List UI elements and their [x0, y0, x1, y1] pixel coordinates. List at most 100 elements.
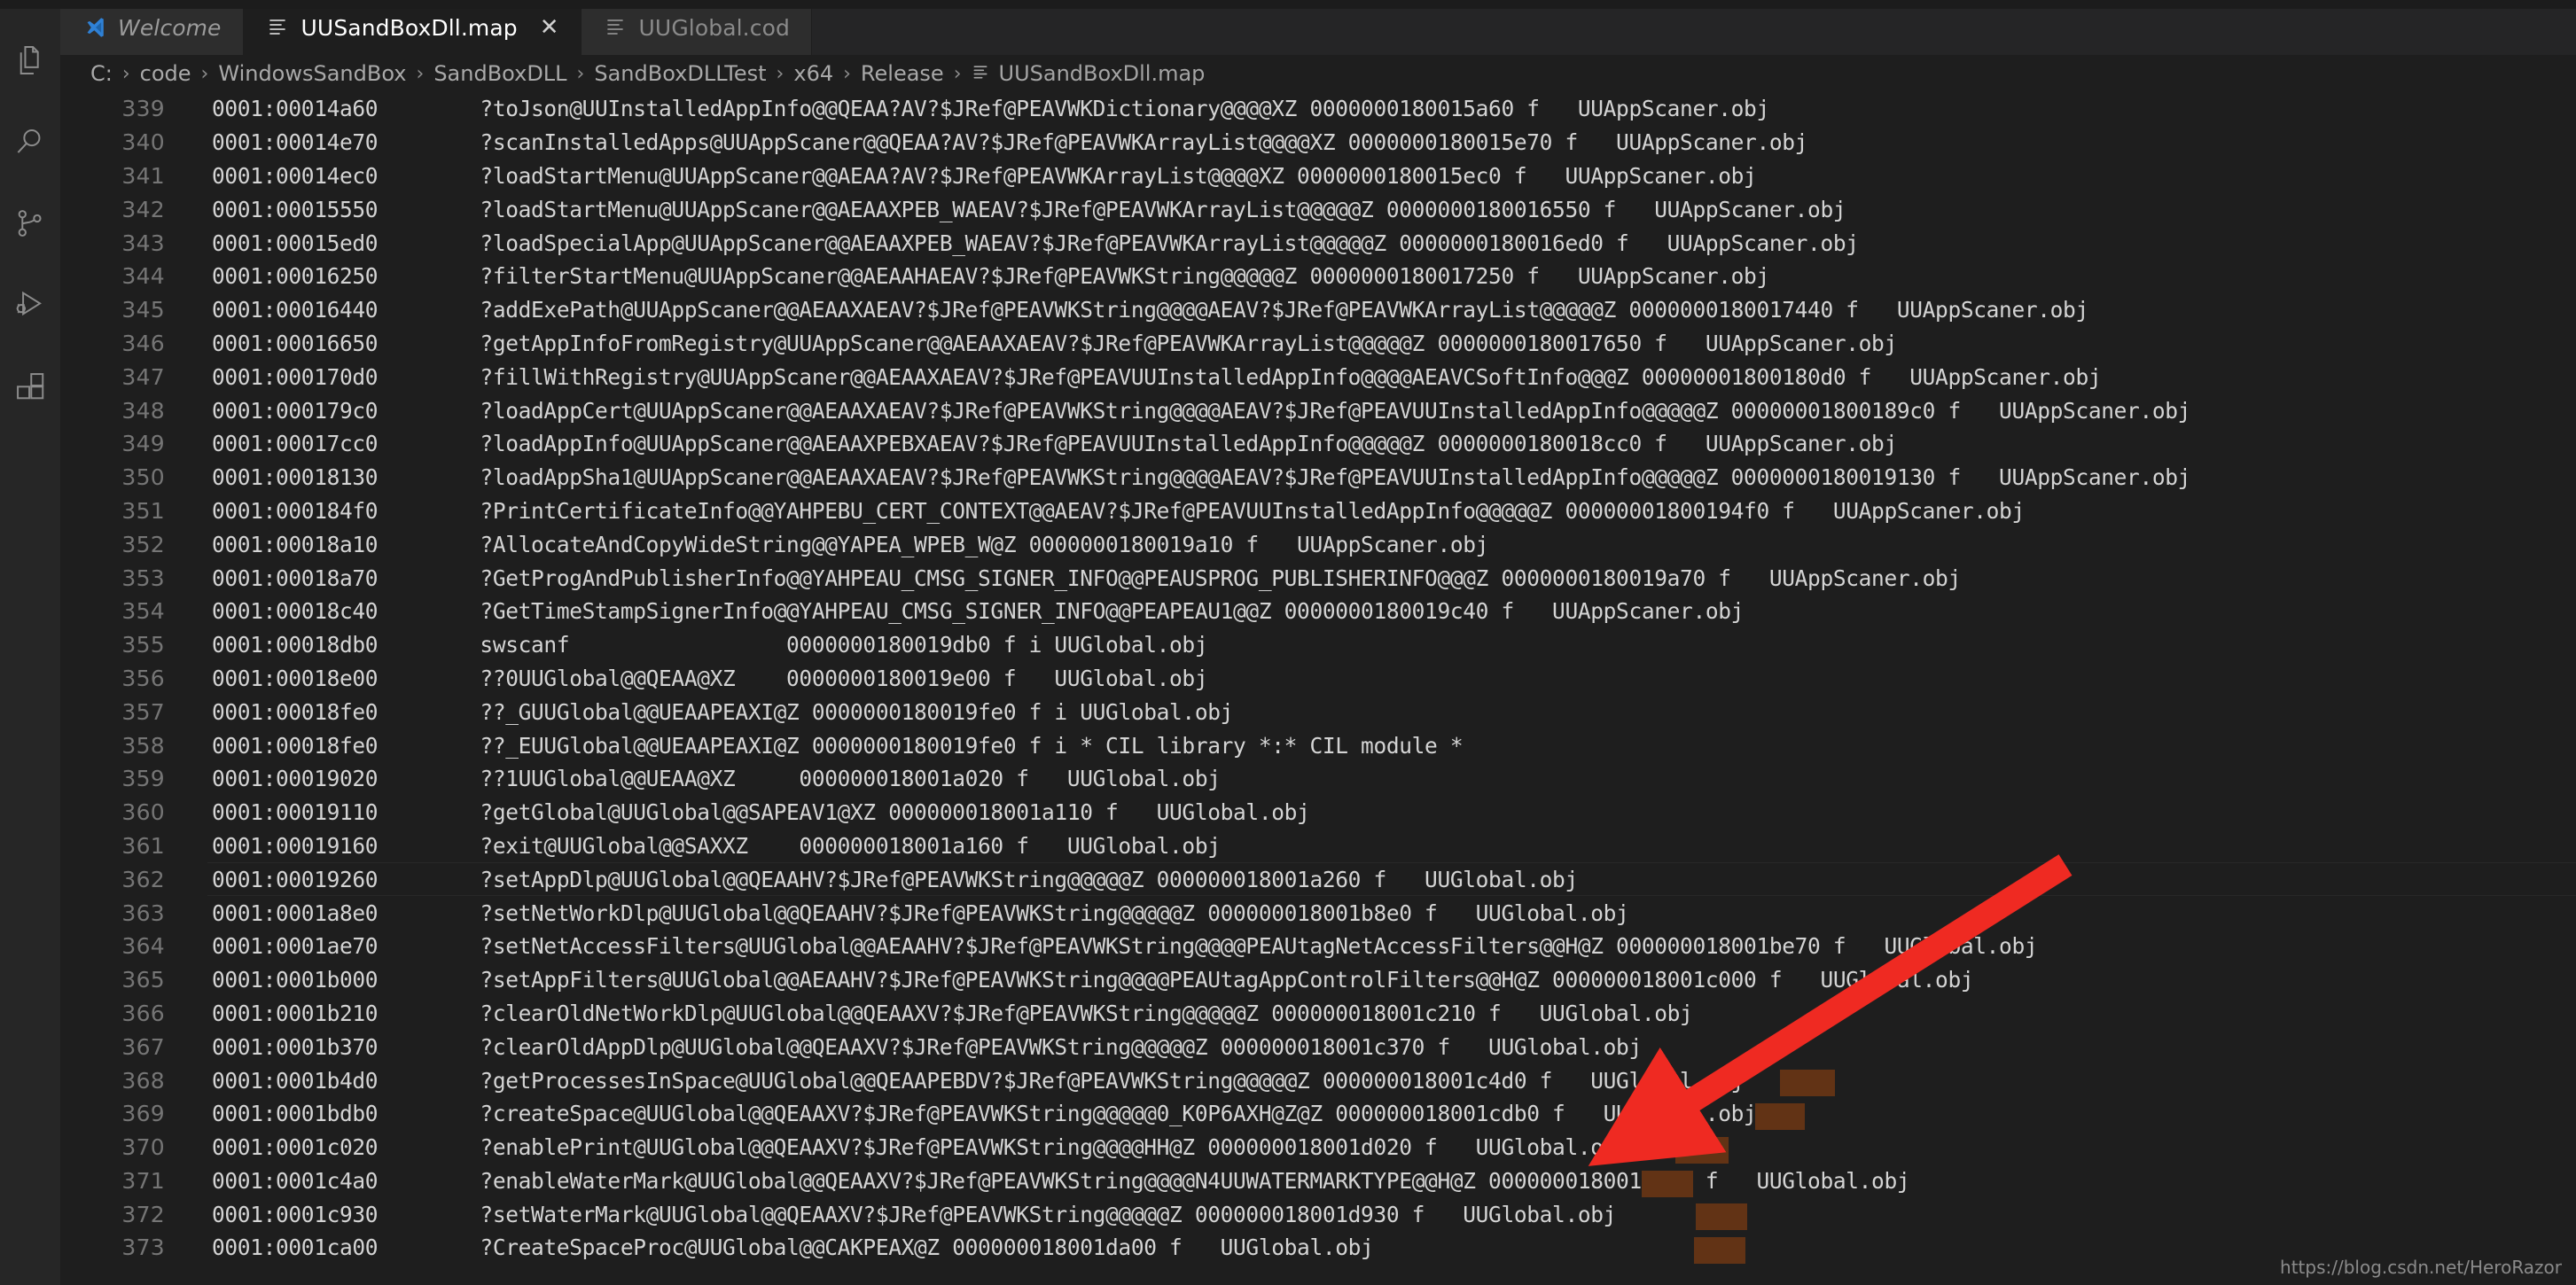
breadcrumb-separator: ›	[776, 62, 785, 85]
code-symbol: ?getProcessesInSpace@UUGlobal@@QEAAPEBDV…	[480, 1067, 1745, 1094]
code-line[interactable]: 353 0001:00018a70 ?GetProgAndPublisherInf…	[60, 561, 2576, 595]
code-symbol: ?createSpace@UUGlobal@@QEAAXV?$JRef@PEAV…	[480, 1101, 1757, 1127]
line-number: 350	[121, 464, 165, 491]
code-line-text: 0001:00016650 ?getAppInfoFromRegistry@UU…	[207, 331, 2576, 356]
code-gap	[378, 967, 480, 993]
code-line[interactable]: 362 0001:00019260 ?setAppDlp@UUGlobal@@QE…	[60, 862, 2576, 896]
activity-item-extensions[interactable]	[0, 346, 60, 427]
code-line[interactable]: 346 0001:00016650 ?getAppInfoFromRegistry…	[60, 327, 2576, 361]
code-gap	[378, 733, 480, 759]
code-line[interactable]: 364 0001:0001ae70 ?setNetAccessFilters@UU…	[60, 930, 2576, 963]
code-line[interactable]: 349 0001:00017cc0 ?loadAppInfo@UUAppScane…	[60, 427, 2576, 461]
code-line[interactable]: 354 0001:00018c40 ?GetTimeStampSignerInfo…	[60, 595, 2576, 628]
breadcrumb-item-file[interactable]: UUSandBoxDll.map	[972, 61, 1205, 86]
breadcrumb-item-windowssandbox[interactable]: WindowsSandBox	[218, 61, 406, 86]
code-line-text: 0001:0001b4d0 ?getProcessesInSpace@UUGlo…	[207, 1068, 2576, 1094]
code-line[interactable]: 351 0001:000184f0 ?PrintCertificateInfo@@…	[60, 495, 2576, 528]
code-line-text: 0001:00018c40 ?GetTimeStampSignerInfo@@Y…	[207, 598, 2576, 624]
code-line[interactable]: 372 0001:0001c930 ?setWaterMark@UUGlobal@…	[60, 1197, 2576, 1231]
code-line[interactable]: 343 0001:00015ed0 ?loadSpecialApp@UUAppSc…	[60, 226, 2576, 260]
code-line[interactable]: 345 0001:00016440 ?addExePath@UUAppScaner…	[60, 293, 2576, 327]
code-line[interactable]: 373 0001:0001ca00 ?CreateSpaceProc@UUGlob…	[60, 1231, 2576, 1265]
code-line[interactable]: 355 0001:00018db0 swscanf 0000000180019db…	[60, 628, 2576, 662]
code-line-text: 0001:00019160 ?exit@UUGlobal@@SAXXZ 0000…	[207, 833, 2576, 859]
activity-item-explorer[interactable]	[0, 19, 60, 101]
breadcrumb-separator: ›	[200, 62, 209, 85]
code-gap	[378, 297, 480, 323]
vscode-window: Welcome UUSandBoxDll.map ✕ UUGlobal.cod	[0, 0, 2576, 1285]
code-line[interactable]: 360 0001:00019110 ?getGlobal@UUGlobal@@SA…	[60, 796, 2576, 829]
code-line[interactable]: 361 0001:00019160 ?exit@UUGlobal@@SAXXZ 0…	[60, 829, 2576, 863]
line-number: 358	[121, 732, 165, 759]
code-line[interactable]: 356 0001:00018e00 ??0UUGlobal@@QEAA@XZ 00…	[60, 662, 2576, 696]
code-symbol: ?GetTimeStampSignerInfo@@YAHPEAU_CMSG_SI…	[480, 598, 1745, 625]
code-line[interactable]: 341 0001:00014ec0 ?loadStartMenu@UUAppSca…	[60, 160, 2576, 193]
code-address: 0001:000170d0	[212, 363, 379, 390]
line-number: 357	[121, 698, 165, 725]
breadcrumb-item-sandboxdlltest[interactable]: SandBoxDLLTest	[594, 61, 766, 86]
code-line-text: 0001:00018a10 ?AllocateAndCopyWideString…	[207, 532, 2576, 557]
code-address: 0001:00017cc0	[212, 431, 379, 457]
code-gap	[378, 163, 480, 189]
breadcrumb-item-drive[interactable]: C:	[90, 61, 113, 86]
code-line-text: 0001:00017cc0 ?loadAppInfo@UUAppScaner@@…	[207, 431, 2576, 456]
code-line[interactable]: 352 0001:00018a10 ?AllocateAndCopyWideStr…	[60, 527, 2576, 561]
breadcrumb-item-release[interactable]: Release	[861, 61, 944, 86]
code-gap	[378, 532, 480, 557]
line-number: 342	[121, 196, 165, 222]
code-symbol: ?enableWaterMark@UUGlobal@@QEAAXV?$JRef@…	[480, 1167, 1910, 1194]
breadcrumb-item-x64[interactable]: x64	[793, 61, 833, 86]
code-line[interactable]: 359 0001:00019020 ??1UUGlobal@@UEAA@XZ 00…	[60, 762, 2576, 796]
code-line[interactable]: 370 0001:0001c020 ?enablePrint@UUGlobal@@…	[60, 1131, 2576, 1164]
line-number: 371	[121, 1167, 165, 1194]
code-line-text: 0001:000170d0 ?fillWithRegistry@UUAppSca…	[207, 364, 2576, 390]
code-line[interactable]: 365 0001:0001b000 ?setAppFilters@UUGlobal…	[60, 963, 2576, 997]
code-symbol: ?loadAppInfo@UUAppScaner@@AEAAXPEBXAEAV?…	[480, 431, 1897, 457]
code-line[interactable]: 371 0001:0001c4a0 ?enableWaterMark@UUGlob…	[60, 1164, 2576, 1198]
code-line-text: 0001:00018e00 ??0UUGlobal@@QEAA@XZ 00000…	[207, 666, 2576, 691]
activity-item-search[interactable]	[0, 101, 60, 183]
activity-item-run-debug[interactable]	[0, 264, 60, 346]
breadcrumb: C: › code › WindowsSandBox › SandBoxDLL …	[60, 55, 2576, 92]
code-line[interactable]: 368 0001:0001b4d0 ?getProcessesInSpace@UU…	[60, 1063, 2576, 1097]
code-line-text: 0001:00019020 ??1UUGlobal@@UEAA@XZ 00000…	[207, 766, 2576, 791]
window-top-strip	[0, 0, 2576, 9]
breadcrumb-item-sandboxdll[interactable]: SandBoxDLL	[433, 61, 566, 86]
code-line[interactable]: 347 0001:000170d0 ?fillWithRegistry@UUApp…	[60, 360, 2576, 393]
code-editor[interactable]: 339 0001:00014a60 ?toJson@UUInstalledAppI…	[60, 92, 2576, 1285]
code-line[interactable]: 363 0001:0001a8e0 ?setNetWorkDlp@UUGlobal…	[60, 896, 2576, 930]
code-line[interactable]: 358 0001:00018fe0 ??_EUUGlobal@@UEAAPEAXI…	[60, 728, 2576, 762]
line-number: 372	[121, 1201, 165, 1227]
code-line[interactable]: 340 0001:00014e70 ?scanInstalledApps@UUAp…	[60, 126, 2576, 160]
line-number: 363	[121, 900, 165, 926]
code-gap	[378, 632, 480, 658]
code-line[interactable]: 348 0001:000179c0 ?loadAppCert@UUAppScane…	[60, 393, 2576, 427]
code-symbol: ??_GUUGlobal@@UEAAPEAXI@Z 0000000180019f…	[480, 698, 1234, 725]
code-gap	[378, 598, 480, 624]
code-gap	[378, 900, 480, 926]
code-symbol: ?loadSpecialApp@UUAppScaner@@AEAAXPEB_WA…	[480, 230, 1859, 256]
code-address: 0001:00018fe0	[212, 698, 379, 725]
code-line[interactable]: 339 0001:00014a60 ?toJson@UUInstalledAppI…	[60, 92, 2576, 126]
code-line[interactable]: 350 0001:00018130 ?loadAppSha1@UUAppScane…	[60, 461, 2576, 495]
explorer-icon	[13, 43, 47, 77]
code-line-text: 0001:00018fe0 ??_EUUGlobal@@UEAAPEAXI@Z …	[207, 733, 2576, 759]
code-line[interactable]: 369 0001:0001bdb0 ?createSpace@UUGlobal@@…	[60, 1097, 2576, 1131]
code-line[interactable]: 366 0001:0001b210 ?clearOldNetWorkDlp@UUG…	[60, 997, 2576, 1031]
code-symbol: ??0UUGlobal@@QEAA@XZ 0000000180019e00 f …	[480, 665, 1208, 691]
code-symbol: ?getAppInfoFromRegistry@UUAppScaner@@AEA…	[480, 330, 1897, 356]
tab-welcome-label: Welcome	[118, 14, 222, 41]
code-line-text: 0001:00014a60 ?toJson@UUInstalledAppInfo…	[207, 96, 2576, 121]
code-line[interactable]: 367 0001:0001b370 ?clearOldAppDlp@UUGloba…	[60, 1030, 2576, 1063]
code-line[interactable]: 357 0001:00018fe0 ??_GUUGlobal@@UEAAPEAXI…	[60, 695, 2576, 728]
breadcrumb-item-code[interactable]: code	[140, 61, 191, 86]
code-line-text: 0001:00016440 ?addExePath@UUAppScaner@@A…	[207, 297, 2576, 323]
code-gap	[378, 431, 480, 456]
code-address: 0001:0001ca00	[212, 1234, 379, 1261]
close-icon[interactable]: ✕	[540, 16, 559, 39]
code-line[interactable]: 342 0001:00015550 ?loadStartMenu@UUAppSca…	[60, 192, 2576, 226]
code-line[interactable]: 344 0001:00016250 ?filterStartMenu@UUAppS…	[60, 260, 2576, 293]
code-line-text: 0001:00014ec0 ?loadStartMenu@UUAppScaner…	[207, 163, 2576, 189]
code-symbol: ??_EUUGlobal@@UEAAPEAXI@Z 0000000180019f…	[480, 732, 1464, 759]
activity-item-source-control[interactable]	[0, 183, 60, 264]
